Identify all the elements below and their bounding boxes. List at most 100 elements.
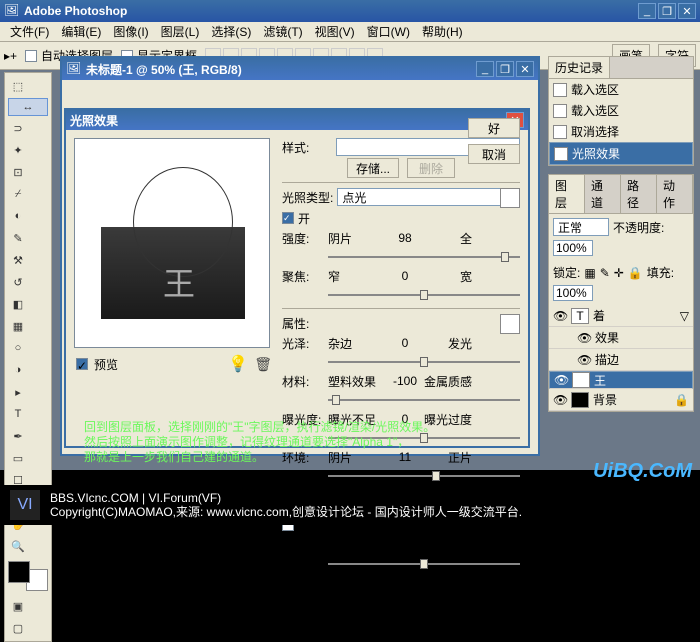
tool-gradient[interactable]: ▦: [8, 316, 28, 336]
tool-dodge[interactable]: ◑: [8, 360, 28, 380]
move-tool-icon: ▸+: [4, 49, 17, 63]
screen-mode-icon[interactable]: ▢: [8, 618, 28, 638]
layer-row[interactable]: 👁效果: [549, 327, 693, 349]
style-label: 样式:: [282, 139, 332, 156]
tool-wand[interactable]: ✦: [8, 140, 28, 160]
fill-input[interactable]: 100%: [553, 285, 593, 301]
trash-icon[interactable]: 🗑: [254, 356, 272, 373]
tool-slice[interactable]: ⌿: [8, 184, 28, 204]
channels-tab[interactable]: 通道: [585, 175, 621, 213]
eye-icon[interactable]: 👁: [553, 309, 567, 323]
doc-close[interactable]: ✕: [516, 61, 534, 77]
lock-all-icon[interactable]: 🔒: [628, 266, 643, 280]
layers-panel: 图层 通道 路径 动作 正常 不透明度: 100% 锁定: ▦ ✎ ✛ 🔒 填充…: [548, 174, 694, 412]
lock-pixel-icon[interactable]: ✎: [600, 266, 610, 280]
gloss-slider[interactable]: [328, 361, 520, 363]
history-tab[interactable]: 历史记录: [549, 57, 610, 78]
save-button[interactable]: 存储...: [347, 158, 399, 178]
ambience-color-swatch[interactable]: [500, 314, 520, 334]
height-slider[interactable]: [328, 563, 520, 565]
quick-mask-icon[interactable]: ▣: [8, 596, 28, 616]
ambience-slider[interactable]: [328, 475, 520, 477]
menu-filter[interactable]: 滤镜(T): [257, 21, 308, 42]
menu-file[interactable]: 文件(F): [4, 21, 55, 42]
paths-tab[interactable]: 路径: [621, 175, 657, 213]
eye-icon[interactable]: 👁: [554, 373, 568, 387]
app-icon: 🖼: [4, 3, 20, 19]
tool-stamp[interactable]: ⚒: [8, 250, 28, 270]
footer: VI BBS.VIcnc.COM | VI.Forum(VF) Copyrigh…: [0, 485, 700, 525]
preview-checkbox[interactable]: ✓: [76, 358, 88, 370]
doc-title: 未标题-1 @ 50% (王, RGB/8): [86, 61, 476, 78]
actions-tab[interactable]: 动作: [657, 175, 693, 213]
layer-row[interactable]: 👁T着▽: [549, 305, 693, 327]
menu-view[interactable]: 视图(V): [309, 21, 361, 42]
tool-crop[interactable]: ⊡: [8, 162, 28, 182]
toolbox: ⬚ ↔ ⊃ ✦ ⊡ ⌿ ◐ ✎ ⚒ ↺ ◧ ▦ ○ ◑ ▸ T ✒ ▭ ☐ ✦ …: [4, 72, 52, 642]
tool-pen[interactable]: ✒: [8, 426, 28, 446]
bulb-icon[interactable]: 💡: [228, 354, 248, 374]
tool-lasso[interactable]: ⊃: [8, 118, 28, 138]
close-button[interactable]: ✕: [678, 3, 696, 19]
tool-brush[interactable]: ✎: [8, 228, 28, 248]
lock-trans-icon[interactable]: ▦: [584, 266, 595, 280]
menu-layer[interactable]: 图层(L): [155, 21, 206, 42]
tool-history-brush[interactable]: ↺: [8, 272, 28, 292]
history-item[interactable]: 载入选区: [549, 100, 693, 121]
menu-help[interactable]: 帮助(H): [416, 21, 469, 42]
layer-row[interactable]: 👁王: [549, 371, 693, 389]
tool-path[interactable]: ▸: [8, 382, 28, 402]
on-label: 开: [298, 210, 310, 227]
eye-icon[interactable]: 👁: [553, 393, 567, 407]
menu-window[interactable]: 窗口(W): [361, 21, 416, 42]
layer-row[interactable]: 👁描边: [549, 349, 693, 371]
maximize-button[interactable]: ❐: [658, 3, 676, 19]
lock-label: 锁定:: [553, 264, 580, 281]
minimize-button[interactable]: _: [638, 3, 656, 19]
color-swatch[interactable]: [8, 561, 48, 591]
height-label: 高度:: [282, 537, 324, 554]
preview-area[interactable]: 王: [74, 138, 270, 348]
tool-move[interactable]: ↔: [8, 98, 48, 116]
preview-label: 预览: [94, 356, 118, 373]
history-item[interactable]: 载入选区: [549, 79, 693, 100]
doc-icon: 🖼: [66, 61, 82, 77]
gloss-label: 光泽:: [282, 335, 324, 352]
preview-glyph: 王: [163, 259, 203, 307]
menu-image[interactable]: 图像(I): [107, 21, 154, 42]
on-checkbox[interactable]: ✓: [282, 212, 294, 224]
tool-eraser[interactable]: ◧: [8, 294, 28, 314]
material-label: 材料:: [282, 373, 324, 390]
menu-select[interactable]: 选择(S): [205, 21, 257, 42]
blend-mode-select[interactable]: 正常: [553, 218, 609, 236]
opacity-input[interactable]: 100%: [553, 240, 593, 256]
eye-icon[interactable]: 👁: [577, 353, 591, 367]
properties-label: 属性:: [282, 315, 332, 332]
material-slider[interactable]: [328, 399, 520, 401]
history-item[interactable]: 光照效果: [549, 142, 693, 165]
menu-edit[interactable]: 编辑(E): [55, 21, 107, 42]
dialog-title: 光照效果: [70, 112, 506, 129]
doc-minimize[interactable]: _: [476, 61, 494, 77]
tool-blur[interactable]: ○: [8, 338, 28, 358]
tool-zoom[interactable]: 🔍: [8, 536, 28, 556]
tool-marquee[interactable]: ⬚: [8, 76, 28, 96]
footer-line2: Copyright(C)MAOMAO,来源: www.vicnc.com,创意设…: [50, 505, 522, 519]
tool-shape[interactable]: ▭: [8, 448, 28, 468]
history-item[interactable]: 取消选择: [549, 121, 693, 142]
tool-heal[interactable]: ◐: [8, 206, 28, 226]
layers-tab[interactable]: 图层: [549, 175, 585, 213]
brand-watermark: UiBQ.CoM: [593, 460, 692, 483]
footer-line1: BBS.VIcnc.COM | VI.Forum(VF): [50, 491, 522, 505]
lock-pos-icon[interactable]: ✛: [614, 266, 624, 280]
ok-button[interactable]: 好: [468, 118, 520, 138]
delete-button[interactable]: 删除: [407, 158, 455, 178]
cancel-button[interactable]: 取消: [468, 144, 520, 164]
tutorial-caption: 回到图层面板，选择刚刚的"王"字图层，执行滤镜/渲染/光照效果。 然后按照上面演…: [84, 420, 584, 465]
tool-type[interactable]: T: [8, 404, 28, 424]
doc-maximize[interactable]: ❐: [496, 61, 514, 77]
layer-row[interactable]: 👁背景🔒: [549, 389, 693, 411]
eye-icon[interactable]: 👁: [577, 331, 591, 345]
auto-select-checkbox[interactable]: [25, 50, 37, 62]
light-color-swatch[interactable]: [500, 188, 520, 208]
